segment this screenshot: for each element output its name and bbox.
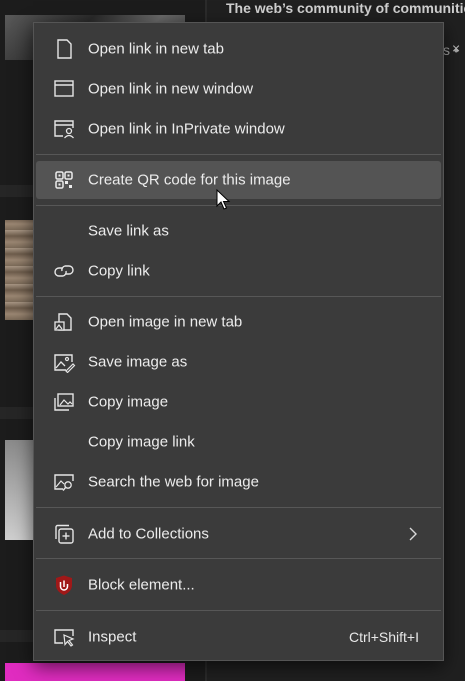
- menu-separator: [36, 154, 441, 155]
- menu-item-create-qr-code[interactable]: Create QR code for this image: [36, 161, 441, 199]
- menu-item-open-link-inprivate[interactable]: Open link in InPrivate window: [36, 110, 441, 148]
- menu-separator: [36, 610, 441, 611]
- menu-item-add-to-collections[interactable]: Add to Collections: [36, 515, 441, 553]
- collections-icon: [55, 524, 74, 544]
- menu-item-label: Search the web for image: [88, 473, 259, 491]
- menu-item-label: Open link in InPrivate window: [88, 120, 285, 138]
- menu-separator: [36, 296, 441, 297]
- mouse-cursor-icon: [216, 189, 231, 210]
- community-tagline: The web’s community of communities: [226, 0, 465, 16]
- menu-item-open-image-new-tab[interactable]: Open image in new tab: [36, 303, 441, 341]
- image-new-tab-icon: [54, 313, 72, 331]
- post-thumbnail[interactable]: [5, 440, 35, 540]
- menu-item-label: Open link in new window: [88, 80, 254, 98]
- context-menu: Open link in new tab Open link in new wi…: [33, 22, 444, 661]
- qr-code-icon: [55, 171, 73, 189]
- new-tab-icon: [57, 39, 72, 59]
- inprivate-window-icon: [54, 120, 74, 139]
- menu-item-label: Copy image link: [88, 433, 195, 451]
- menu-item-label: Inspect: [88, 628, 137, 646]
- post-thumbnail[interactable]: [5, 663, 185, 681]
- menu-item-label: Open image in new tab: [88, 313, 243, 331]
- menu-item-label: Open link in new tab: [88, 40, 224, 58]
- menu-item-copy-image-link[interactable]: Copy image link: [36, 423, 441, 461]
- copy-image-icon: [54, 393, 74, 411]
- post-thumbnail[interactable]: [5, 220, 35, 320]
- menu-item-label: Save image as: [88, 353, 188, 371]
- menu-item-search-web-for-image[interactable]: Search the web for image: [36, 463, 441, 501]
- menu-item-label: Create QR code for this image: [88, 171, 291, 189]
- menu-item-label: Copy link: [88, 262, 150, 280]
- link-icon: [54, 265, 74, 277]
- menu-item-copy-image[interactable]: Copy image: [36, 383, 441, 421]
- save-image-icon: [54, 354, 76, 373]
- menu-item-label: Copy image: [88, 393, 169, 411]
- menu-item-copy-link[interactable]: Copy link: [36, 252, 441, 290]
- menu-item-inspect[interactable]: Inspect Ctrl+Shift+I: [36, 618, 441, 656]
- menu-item-label: Add to Collections: [88, 525, 209, 543]
- menu-item-save-link-as[interactable]: Save link as: [36, 212, 441, 250]
- menu-separator: [36, 558, 441, 559]
- menu-item-open-link-new-window[interactable]: Open link in new window: [36, 70, 441, 108]
- inspect-shortcut: Ctrl+Shift+I: [348, 629, 419, 645]
- menu-separator: [36, 507, 441, 508]
- menu-item-label: Save link as: [88, 222, 169, 240]
- menu-item-open-link-new-tab[interactable]: Open link in new tab: [36, 30, 441, 68]
- menu-item-save-image-as[interactable]: Save image as: [36, 343, 441, 381]
- new-window-icon: [54, 80, 74, 97]
- menu-separator: [36, 205, 441, 206]
- close-icon[interactable]: ×: [452, 40, 460, 56]
- ublock-shield-icon: [56, 575, 72, 595]
- image-search-icon: [54, 474, 74, 491]
- inspect-icon: [54, 629, 75, 647]
- chevron-right-icon: [409, 527, 417, 541]
- menu-item-block-element[interactable]: Block element...: [36, 566, 441, 604]
- menu-item-label: Block element...: [88, 576, 195, 594]
